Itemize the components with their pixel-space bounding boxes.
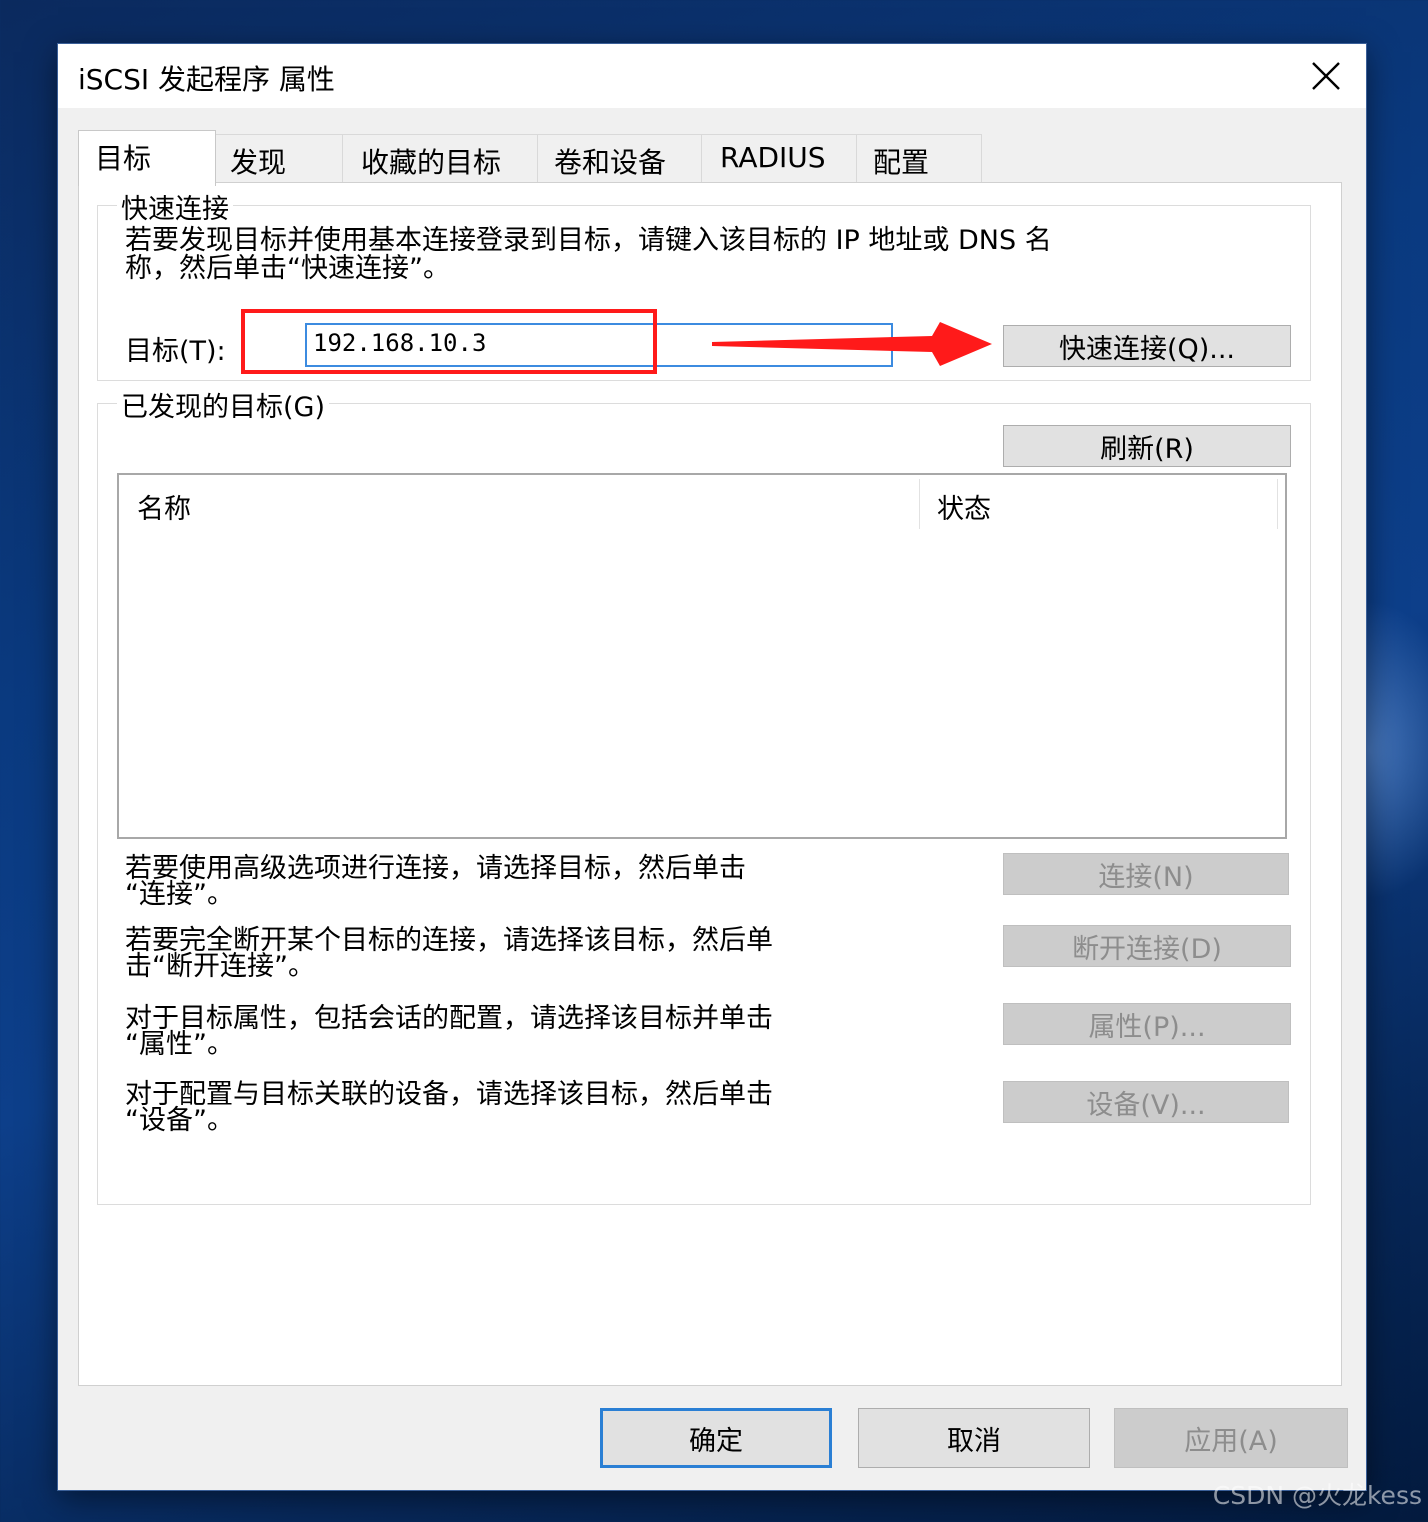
tab-discovery[interactable]: 发现 [215,134,343,182]
ok-button[interactable]: 确定 [600,1408,832,1468]
disconnect-description-line2: 击“断开连接”。 [125,951,315,982]
properties-description-line1: 对于目标属性，包括会话的配置，请选择该目标并单击 [125,1003,773,1034]
column-header-status[interactable]: 状态 [919,475,1277,529]
iscsi-initiator-properties-dialog: iSCSI 发起程序 属性 目标 发现 收藏的目标 卷和设备 RADIUS 配置… [58,44,1366,1490]
title-bar: iSCSI 发起程序 属性 [58,44,1366,108]
connect-description-line2: “连接”。 [125,879,234,910]
apply-button[interactable]: 应用(A) [1114,1408,1348,1468]
tab-configuration[interactable]: 配置 [856,134,982,182]
quick-connect-title: 快速连接 [117,187,233,226]
connect-button[interactable]: 连接(N) [1003,853,1289,895]
targets-tab-panel: 快速连接 若要发现目标并使用基本连接登录到目标，请键入该目标的 IP 地址或 D… [78,182,1342,1386]
discovered-targets-list[interactable]: 名称 状态 [117,473,1287,839]
target-label: 目标(T): [125,336,226,367]
properties-button[interactable]: 属性(P)... [1003,1003,1291,1045]
devices-button[interactable]: 设备(V)... [1003,1081,1289,1123]
disconnect-description-line1: 若要完全断开某个目标的连接，请选择该目标，然后单 [125,925,773,956]
devices-description-line1: 对于配置与目标关联的设备，请选择该目标，然后单击 [125,1079,773,1110]
refresh-button[interactable]: 刷新(R) [1003,425,1291,467]
devices-description-line2: “设备”。 [125,1105,234,1136]
close-icon [1312,62,1340,90]
discovered-targets-title: 已发现的目标(G) [117,385,329,424]
quick-connect-button[interactable]: 快速连接(Q)... [1003,325,1291,367]
properties-description-line2: “属性”。 [125,1029,234,1060]
watermark: CSDN @火龙kess [1212,1481,1422,1510]
quick-connect-description-line1: 若要发现目标并使用基本连接登录到目标，请键入该目标的 IP 地址或 DNS 名 [125,225,1052,256]
connect-description-line1: 若要使用高级选项进行连接，请选择目标，然后单击 [125,853,746,884]
tab-volumes-devices[interactable]: 卷和设备 [537,134,702,182]
close-button[interactable] [1286,44,1366,108]
disconnect-button[interactable]: 断开连接(D) [1003,925,1291,967]
target-input[interactable]: 192.168.10.3 [305,323,893,367]
tab-favorite-targets[interactable]: 收藏的目标 [342,134,538,182]
tab-targets[interactable]: 目标 [78,130,216,186]
column-divider [1277,479,1278,529]
column-header-name[interactable]: 名称 [119,475,919,529]
tab-radius[interactable]: RADIUS [701,134,857,182]
window-title: iSCSI 发起程序 属性 [78,63,335,96]
cancel-button[interactable]: 取消 [858,1408,1090,1468]
quick-connect-description-line2: 称，然后单击“快速连接”。 [125,253,450,284]
